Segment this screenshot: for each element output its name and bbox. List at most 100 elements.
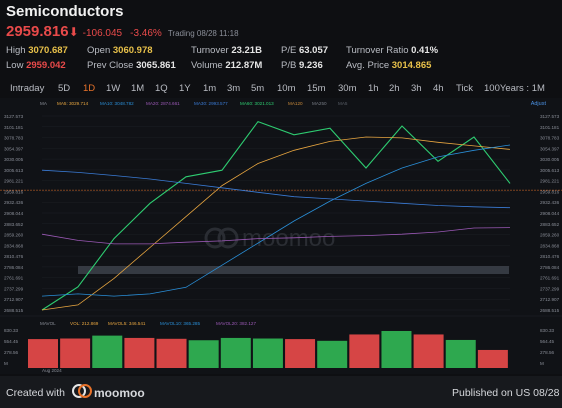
y-tick-left: 3005.613: [4, 168, 24, 173]
volume-bar: [220, 337, 251, 368]
tab-1y[interactable]: 1Y: [179, 83, 191, 94]
y-tick-left: 2834.868: [4, 243, 24, 248]
stat-avg-price: Avg. Price 3014.865: [346, 60, 432, 71]
tab-3min[interactable]: 3m: [227, 83, 240, 94]
y-tick-left: 2859.260: [4, 233, 24, 238]
ma-legend-item: MA: [40, 101, 48, 106]
y-tick-right: 2834.868: [540, 243, 560, 248]
down-arrow-icon: ⬇: [68, 25, 79, 39]
y-tick-left: 2981.221: [4, 179, 24, 184]
ma5-line: [41, 136, 511, 311]
tab-30min[interactable]: 30m: [338, 83, 356, 94]
vol-tick-right: 830.33: [540, 328, 554, 333]
price-line-series: [41, 120, 511, 311]
ma-legend-item: MA20: 2874.661: [146, 101, 180, 106]
tab-1h[interactable]: 1h: [368, 83, 379, 94]
y-tick-left: 2761.691: [4, 276, 24, 281]
y-tick-right: 2932.436: [540, 200, 560, 205]
tab-10min[interactable]: 10m: [277, 83, 295, 94]
tab-5d[interactable]: 5D: [58, 83, 70, 94]
y-tick-right: 2786.084: [540, 265, 560, 270]
tab-1w[interactable]: 1W: [106, 83, 120, 94]
y-tick-right: 3127.573: [540, 114, 560, 119]
stat-turnover: Turnover 23.21B: [191, 45, 262, 56]
price-band: [78, 266, 509, 274]
volume-bar: [413, 334, 444, 368]
watermark-logo-icon: [217, 227, 239, 249]
tab-15min[interactable]: 15m: [307, 83, 325, 94]
price-chart[interactable]: MA MA5: 3029.714 MA10: 3048.782 MA20: 2874.…: [0, 98, 562, 374]
vol-legend-item: MAVOL20: 382.127: [216, 321, 256, 326]
trading-status: Trading 08/28 11:18: [167, 29, 239, 38]
vol-tick-left: 830.33: [4, 328, 18, 333]
volume-bar: [124, 337, 155, 368]
y-tick-left: 2908.044: [4, 211, 24, 216]
brand-name: moomoo: [94, 386, 145, 400]
y-tick-left: 2786.084: [4, 265, 24, 270]
tab-1m[interactable]: 1M: [131, 83, 144, 94]
y-tick-right: 2810.476: [540, 254, 560, 259]
chart-area[interactable]: MA MA5: 3029.714 MA10: 3048.782 MA20: 2874.…: [0, 98, 562, 374]
tab-1min[interactable]: 1m: [203, 83, 216, 94]
y-tick-right: 2859.260: [540, 233, 560, 238]
volume-bar: [156, 338, 187, 368]
y-tick-left: 3078.783: [4, 136, 24, 141]
y-tick-right: 3054.397: [540, 146, 560, 151]
ma-legend-item: MA250: [312, 101, 327, 106]
tab-1q[interactable]: 1Q: [155, 83, 168, 94]
tab-tick[interactable]: Tick: [456, 83, 473, 94]
created-with-text: Created with: [6, 387, 65, 399]
x-axis-date-label: Aug 2024: [42, 368, 62, 373]
ma-legend-item: MA5: 3029.714: [57, 101, 89, 106]
y-tick-right: 3078.783: [540, 136, 560, 141]
stat-volume: Volume 212.87M: [191, 60, 263, 71]
y-tick-left: 2883.652: [4, 222, 24, 227]
tab-100years[interactable]: 100Years : 1M: [484, 83, 545, 94]
y-tick-left: 3054.397: [4, 146, 24, 151]
y-tick-right: 3005.613: [540, 168, 560, 173]
price-line: 2959.816⬇ -106.045 -3.46% Trading 08/28 11:…: [6, 23, 239, 40]
tab-3h[interactable]: 3h: [411, 83, 422, 94]
vol-legend-item: MAVOL10: 365.285: [160, 321, 200, 326]
published-text: Published on US 08/28: [452, 387, 560, 399]
volume-bar: [188, 340, 219, 368]
price-change-pct: -3.46%: [130, 28, 162, 39]
y-tick-left: 2932.436: [4, 200, 24, 205]
volume-bar: [92, 335, 123, 368]
current-price: 2959.816: [6, 23, 69, 40]
y-tick-right: 2908.044: [540, 211, 560, 216]
y-tick-left: 3127.573: [4, 114, 24, 119]
stat-prev-close: Prev Close 3065.861: [87, 60, 176, 71]
vol-legend-item: VOL: 212.869: [70, 321, 99, 326]
y-tick-right: 2737.299: [540, 286, 560, 291]
ma-legend-item: MA30: 2993.577: [194, 101, 228, 106]
vol-tick-right: M: [540, 361, 544, 366]
stat-pb: P/B 9.236: [281, 60, 323, 71]
stat-low: Low 2959.042: [6, 60, 66, 71]
stat-pe: P/E 63.057: [281, 45, 329, 56]
y-tick-right: 2761.691: [540, 276, 560, 281]
tab-2h[interactable]: 2h: [389, 83, 400, 94]
page-title: Semiconductors: [6, 3, 124, 20]
y-tick-left: 2688.515: [4, 308, 24, 313]
y-tick-right: 2981.221: [540, 179, 560, 184]
tab-intraday[interactable]: Intraday: [10, 83, 44, 94]
tab-4h[interactable]: 4h: [433, 83, 444, 94]
moomoo-logo-icon: [72, 384, 92, 403]
vol-legend-item: MAVOL: [40, 321, 56, 326]
volume-bar: [252, 338, 283, 368]
volume-bar: [477, 349, 508, 368]
volume-bar: [445, 339, 476, 368]
y-tick-left: 2737.299: [4, 286, 24, 291]
vol-tick-left: 554.45: [4, 339, 18, 344]
tab-5min[interactable]: 5m: [251, 83, 264, 94]
ma-legend-item: MA10: 3048.782: [100, 101, 134, 106]
tab-1d[interactable]: 1D: [83, 83, 95, 94]
volume-bar: [349, 334, 380, 368]
y-tick-left: 2712.907: [4, 297, 24, 302]
ma-legend-item: MA120: [288, 101, 303, 106]
volume-bar: [285, 339, 316, 368]
vol-tick-left: M: [4, 361, 8, 366]
y-tick-right: 2712.907: [540, 297, 560, 302]
vol-tick-right: 564.45: [540, 339, 554, 344]
